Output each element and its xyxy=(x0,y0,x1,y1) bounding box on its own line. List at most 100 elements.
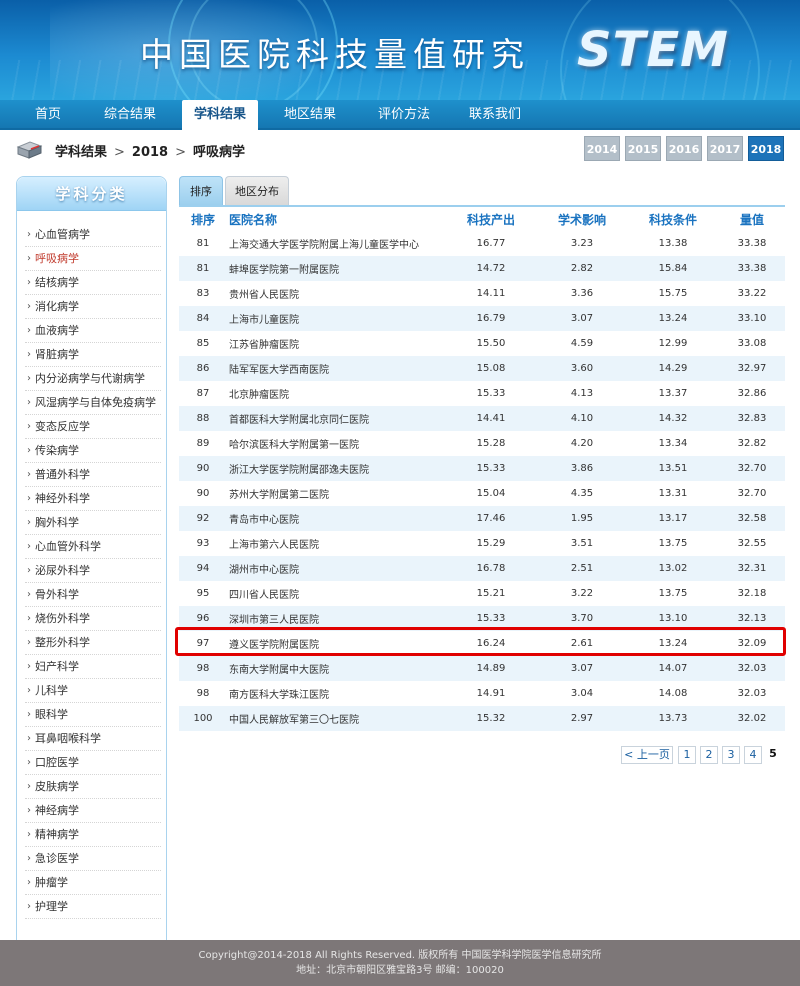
score-cell: 32.03 xyxy=(719,656,785,681)
hospital-name-cell[interactable]: 青岛市中心医院 xyxy=(227,506,445,531)
sidebar-item-label: 呼吸病学 xyxy=(35,252,79,265)
hospital-name-cell[interactable]: 蚌埠医学院第一附属医院 xyxy=(227,256,445,281)
sidebar-item[interactable]: › 耳鼻咽喉科学 xyxy=(25,727,161,751)
impact-cell: 3.36 xyxy=(537,281,627,306)
sidebar-item[interactable]: › 泌尿外科学 xyxy=(25,559,161,583)
sidebar-item[interactable]: › 骨外科学 xyxy=(25,583,161,607)
sidebar-item[interactable]: › 内分泌病学与代谢病学 xyxy=(25,367,161,391)
nav-contact[interactable]: 联系我们 xyxy=(461,100,529,130)
sidebar-item[interactable]: › 结核病学 xyxy=(25,271,161,295)
bullet-icon: › xyxy=(27,493,31,504)
sidebar-item[interactable]: › 普通外科学 xyxy=(25,463,161,487)
rank-cell: 81 xyxy=(179,256,227,281)
hospital-name-cell[interactable]: 南方医科大学珠江医院 xyxy=(227,681,445,706)
breadcrumb-year[interactable]: 2018 xyxy=(132,145,168,160)
hospital-name-cell[interactable]: 深圳市第三人民医院 xyxy=(227,606,445,631)
sidebar-item[interactable]: › 心血管病学 xyxy=(25,223,161,247)
sidebar-item[interactable]: › 变态反应学 xyxy=(25,415,161,439)
year-selector: 2014 2015 2016 2017 2018 xyxy=(584,136,784,162)
hospital-name-cell[interactable]: 上海市第六人民医院 xyxy=(227,531,445,556)
sidebar-item[interactable]: › 肾脏病学 xyxy=(25,343,161,367)
sidebar-item[interactable]: › 胸外科学 xyxy=(25,511,161,535)
sidebar-item[interactable]: › 妇产科学 xyxy=(25,655,161,679)
sidebar-item[interactable]: › 口腔医学 xyxy=(25,751,161,775)
sidebar-item[interactable]: › 心血管外科学 xyxy=(25,535,161,559)
sidebar-item[interactable]: › 眼科学 xyxy=(25,703,161,727)
hospital-name-cell[interactable]: 上海市儿童医院 xyxy=(227,306,445,331)
page-4-button[interactable]: 4 xyxy=(744,746,762,764)
page-1-button[interactable]: 1 xyxy=(678,746,696,764)
footer-copyright: Copyright@2014-2018 All Rights Reserved.… xyxy=(198,950,602,961)
sidebar-item[interactable]: › 呼吸病学 xyxy=(25,247,161,271)
hospital-name-cell[interactable]: 江苏省肿瘤医院 xyxy=(227,331,445,356)
condition-cell: 15.84 xyxy=(627,256,719,281)
sidebar-item[interactable]: › 烧伤外科学 xyxy=(25,607,161,631)
year-2015-button[interactable]: 2015 xyxy=(625,136,661,161)
impact-cell: 3.04 xyxy=(537,681,627,706)
nav-region-results[interactable]: 地区结果 xyxy=(276,100,344,130)
hospital-name-cell[interactable]: 苏州大学附属第二医院 xyxy=(227,481,445,506)
nav-home[interactable]: 首页 xyxy=(20,100,76,130)
nav-methodology[interactable]: 评价方法 xyxy=(368,100,440,130)
col-rank-header: 排序 xyxy=(179,207,227,231)
hospital-name-cell[interactable]: 贵州省人民医院 xyxy=(227,281,445,306)
year-2014-button[interactable]: 2014 xyxy=(584,136,620,161)
sidebar-item-label: 神经病学 xyxy=(35,804,79,817)
hospital-name-cell[interactable]: 中国人民解放军第三〇七医院 xyxy=(227,706,445,731)
hospital-name-cell[interactable]: 北京肿瘤医院 xyxy=(227,381,445,406)
rank-cell: 88 xyxy=(179,406,227,431)
hospital-name-cell[interactable]: 四川省人民医院 xyxy=(227,581,445,606)
year-2018-button[interactable]: 2018 xyxy=(748,136,784,161)
hospital-name-cell[interactable]: 浙江大学医学院附属邵逸夫医院 xyxy=(227,456,445,481)
output-cell: 16.79 xyxy=(445,306,537,331)
site-footer: Copyright@2014-2018 All Rights Reserved.… xyxy=(0,940,800,986)
hospital-name-cell[interactable]: 陆军军医大学西南医院 xyxy=(227,356,445,381)
hospital-name-cell[interactable]: 首都医科大学附属北京同仁医院 xyxy=(227,406,445,431)
year-2016-button[interactable]: 2016 xyxy=(666,136,702,161)
hospital-name-cell[interactable]: 东南大学附属中大医院 xyxy=(227,656,445,681)
tab-region-distribution[interactable]: 地区分布 xyxy=(225,176,289,205)
prev-page-button[interactable]: < 上一页 xyxy=(621,746,673,764)
sidebar-item[interactable]: › 急诊医学 xyxy=(25,847,161,871)
rank-cell: 92 xyxy=(179,506,227,531)
sidebar-item[interactable]: › 整形外科学 xyxy=(25,631,161,655)
impact-cell: 3.23 xyxy=(537,231,627,256)
year-2017-button[interactable]: 2017 xyxy=(707,136,743,161)
sidebar-item[interactable]: › 神经病学 xyxy=(25,799,161,823)
sidebar-item[interactable]: › 血液病学 xyxy=(25,319,161,343)
output-cell: 15.32 xyxy=(445,706,537,731)
sidebar-item[interactable]: › 皮肤病学 xyxy=(25,775,161,799)
hospital-name-cell[interactable]: 遵义医学院附属医院 xyxy=(227,631,445,656)
rank-cell: 89 xyxy=(179,431,227,456)
nav-overall-results[interactable]: 综合结果 xyxy=(96,100,164,130)
sidebar-item[interactable]: › 神经外科学 xyxy=(25,487,161,511)
breadcrumb-discipline[interactable]: 学科结果 xyxy=(55,141,107,160)
sidebar-item[interactable]: › 精神病学 xyxy=(25,823,161,847)
hospital-name-cell[interactable]: 哈尔滨医科大学附属第一医院 xyxy=(227,431,445,456)
breadcrumb-separator: > xyxy=(114,145,125,160)
condition-cell: 14.08 xyxy=(627,681,719,706)
stem-logo[interactable]: STEM xyxy=(577,22,729,78)
bullet-icon: › xyxy=(27,805,31,816)
rank-cell: 95 xyxy=(179,581,227,606)
sidebar-item[interactable]: › 风湿病学与自体免疫病学 xyxy=(25,391,161,415)
sidebar-item[interactable]: › 儿科学 xyxy=(25,679,161,703)
table-row: 96 深圳市第三人民医院 15.33 3.70 13.10 32.13 xyxy=(179,606,785,631)
bullet-icon: › xyxy=(27,229,31,240)
output-cell: 16.24 xyxy=(445,631,537,656)
hospital-name-cell[interactable]: 湖州市中心医院 xyxy=(227,556,445,581)
sidebar-item[interactable]: › 护理学 xyxy=(25,895,161,919)
hospital-name-cell[interactable]: 上海交通大学医学院附属上海儿童医学中心 xyxy=(227,231,445,256)
col-score-header: 量值 xyxy=(719,207,785,231)
sidebar-item[interactable]: › 肿瘤学 xyxy=(25,871,161,895)
breadcrumb: 学科结果 >2018 > 呼吸病学 xyxy=(55,141,245,160)
nav-discipline-results[interactable]: 学科结果 xyxy=(182,100,258,130)
sidebar-item[interactable]: › 传染病学 xyxy=(25,439,161,463)
page-3-button[interactable]: 3 xyxy=(722,746,740,764)
page-2-button[interactable]: 2 xyxy=(700,746,718,764)
score-cell: 32.86 xyxy=(719,381,785,406)
tab-ranking[interactable]: 排序 xyxy=(179,176,223,205)
rank-cell: 86 xyxy=(179,356,227,381)
sidebar-item[interactable]: › 消化病学 xyxy=(25,295,161,319)
bullet-icon: › xyxy=(27,685,31,696)
